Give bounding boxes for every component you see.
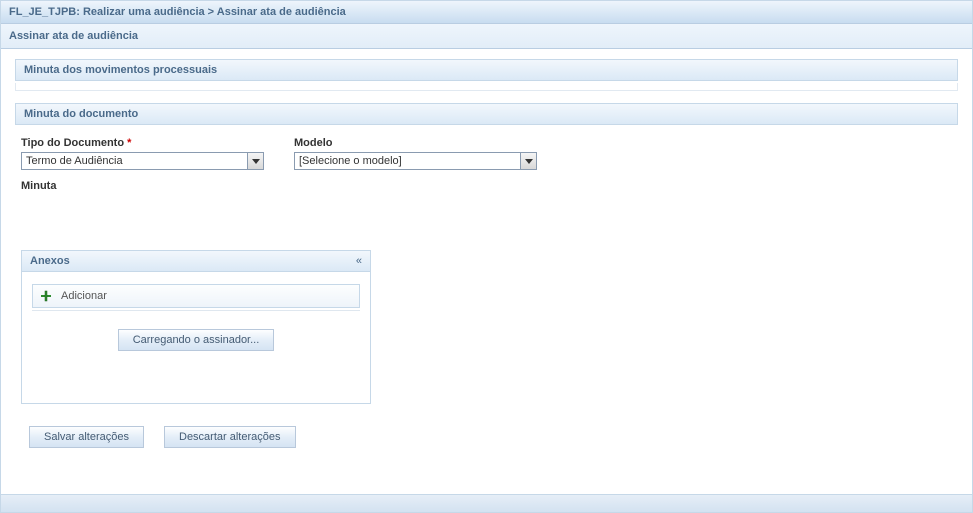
- chevron-down-icon: [525, 157, 533, 165]
- section-documento-header: Minuta do documento: [15, 103, 958, 125]
- modelo-select[interactable]: [294, 152, 537, 170]
- plus-icon: [39, 289, 53, 303]
- collapse-icon[interactable]: «: [356, 255, 362, 267]
- tipo-col: Tipo do Documento *: [21, 137, 264, 170]
- form-row: Tipo do Documento * Modelo: [21, 137, 952, 170]
- add-attachment-button[interactable]: Adicionar: [32, 284, 360, 308]
- signer-row: Carregando o assinador...: [32, 329, 360, 351]
- anexos-title: Anexos: [30, 255, 70, 267]
- action-row: Salvar alterações Descartar alterações: [21, 426, 952, 448]
- page-body: Minuta dos movimentos processuais Minuta…: [1, 49, 972, 494]
- footer-bar: [1, 494, 972, 512]
- save-button[interactable]: Salvar alterações: [29, 426, 144, 448]
- minuta-label: Minuta: [21, 180, 952, 192]
- tipo-label: Tipo do Documento *: [21, 137, 264, 152]
- required-marker: *: [127, 137, 131, 149]
- window-title: FL_JE_TJPB: Realizar uma audiência > Ass…: [1, 1, 972, 24]
- section-movimentos-header: Minuta dos movimentos processuais: [15, 59, 958, 81]
- chevron-down-icon: [252, 157, 260, 165]
- form-area: Tipo do Documento * Modelo: [15, 127, 958, 454]
- section-movimentos-body: [15, 83, 958, 91]
- add-label: Adicionar: [61, 290, 107, 302]
- anexos-header: Anexos «: [22, 251, 370, 272]
- modelo-input[interactable]: [295, 153, 520, 169]
- tipo-label-text: Tipo do Documento: [21, 137, 124, 149]
- page-subheader: Assinar ata de audiência: [1, 24, 972, 49]
- anexos-panel: Anexos « Adicionar: [21, 250, 371, 404]
- modelo-label: Modelo: [294, 137, 537, 152]
- modelo-col: Modelo: [294, 137, 537, 170]
- tipo-dropdown-button[interactable]: [247, 153, 263, 169]
- modelo-dropdown-button[interactable]: [520, 153, 536, 169]
- anexos-body: Adicionar Carregando o assinador...: [22, 272, 370, 403]
- divider: [32, 310, 360, 311]
- tipo-input[interactable]: [22, 153, 247, 169]
- signer-loading-button[interactable]: Carregando o assinador...: [118, 329, 275, 351]
- discard-button[interactable]: Descartar alterações: [164, 426, 296, 448]
- tipo-select[interactable]: [21, 152, 264, 170]
- app-window: FL_JE_TJPB: Realizar uma audiência > Ass…: [0, 0, 973, 513]
